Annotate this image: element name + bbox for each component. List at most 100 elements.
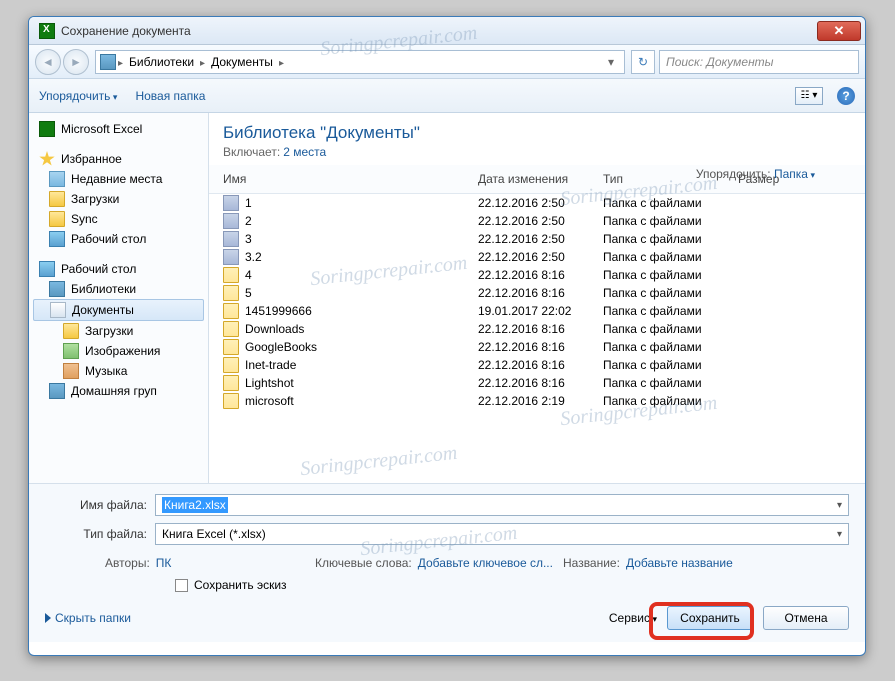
sidebar-item-downloads[interactable]: Загрузки <box>29 189 208 209</box>
sidebar-item-libraries[interactable]: Библиотеки <box>29 279 208 299</box>
folder-icon <box>223 303 239 319</box>
authors-value[interactable]: ПК <box>156 556 172 570</box>
doctitle-label: Название: <box>563 556 620 570</box>
table-row[interactable]: 3.222.12.2016 2:50Папка с файлами <box>209 248 865 266</box>
table-row[interactable]: Downloads22.12.2016 8:16Папка с файлами <box>209 320 865 338</box>
sidebar-item-downloads2[interactable]: Загрузки <box>29 321 208 341</box>
sidebar-item-app[interactable]: Microsoft Excel <box>29 119 208 139</box>
cancel-button[interactable]: Отмена <box>763 606 849 630</box>
table-row[interactable]: 145199966619.01.2017 22:02Папка с файлам… <box>209 302 865 320</box>
desktop-icon <box>39 261 55 277</box>
navbar: ◄ ► Библиотеки Документы ▾ ↻ Поиск: Доку… <box>29 45 865 79</box>
thumbnail-checkbox[interactable] <box>175 579 188 592</box>
folder-icon <box>223 195 239 211</box>
help-icon[interactable]: ? <box>837 87 855 105</box>
file-type: Папка с файлами <box>603 304 738 318</box>
col-date[interactable]: Дата изменения <box>478 169 603 189</box>
document-icon <box>50 302 66 318</box>
sort-dropdown[interactable]: Папка <box>774 167 815 181</box>
file-type: Папка с файлами <box>603 268 738 282</box>
library-icon <box>49 281 65 297</box>
view-button[interactable]: ☷ ▾ <box>795 87 823 105</box>
chevron-icon <box>277 55 286 69</box>
table-row[interactable]: 122.12.2016 2:50Папка с файлами <box>209 194 865 212</box>
triangle-icon <box>45 613 51 623</box>
sidebar-item-music[interactable]: Музыка <box>29 361 208 381</box>
table-row[interactable]: Inet-trade22.12.2016 8:16Папка с файлами <box>209 356 865 374</box>
filetype-select[interactable]: Книга Excel (*.xlsx) <box>155 523 849 545</box>
desktop-icon <box>49 231 65 247</box>
music-icon <box>63 363 79 379</box>
folder-icon <box>223 339 239 355</box>
sidebar-item-recent[interactable]: Недавние места <box>29 169 208 189</box>
forward-button[interactable]: ► <box>63 49 89 75</box>
file-date: 22.12.2016 8:16 <box>478 286 603 300</box>
sidebar-item-documents[interactable]: Документы <box>33 299 204 321</box>
table-row[interactable]: 3 22.12.2016 2:50Папка с файлами <box>209 230 865 248</box>
new-folder-button[interactable]: Новая папка <box>135 89 205 103</box>
file-date: 22.12.2016 2:50 <box>478 214 603 228</box>
folder-icon <box>223 321 239 337</box>
dropdown-icon[interactable]: ▾ <box>602 55 620 69</box>
keywords-label: Ключевые слова: <box>315 556 412 570</box>
file-name: microsoft <box>245 394 294 408</box>
file-name: 1 <box>245 196 252 210</box>
breadcrumb[interactable]: Документы <box>207 55 277 69</box>
table-row[interactable]: 422.12.2016 8:16Папка с файлами <box>209 266 865 284</box>
folder-icon <box>223 267 239 283</box>
refresh-button[interactable]: ↻ <box>631 50 655 74</box>
file-date: 22.12.2016 2:19 <box>478 394 603 408</box>
sidebar-item-desktop[interactable]: Рабочий стол <box>29 229 208 249</box>
file-type: Папка с файлами <box>603 232 738 246</box>
file-list: 122.12.2016 2:50Папка с файлами222.12.20… <box>209 194 865 483</box>
sidebar-item-homegroup[interactable]: Домашняя груп <box>29 381 208 401</box>
excel-icon <box>39 121 55 137</box>
save-button[interactable]: Сохранить <box>667 606 753 630</box>
library-icon <box>100 54 116 70</box>
chevron-icon <box>116 55 125 69</box>
sidebar-item-images[interactable]: Изображения <box>29 341 208 361</box>
file-date: 22.12.2016 2:50 <box>478 232 603 246</box>
chevron-icon <box>198 55 207 69</box>
save-dialog: Сохранение документа ✕ ◄ ► Библиотеки До… <box>28 16 866 656</box>
file-name: Downloads <box>245 322 304 336</box>
thumbnail-label: Сохранить эскиз <box>194 578 287 592</box>
file-name: 3 <box>245 232 252 246</box>
file-name: GoogleBooks <box>245 340 317 354</box>
breadcrumb[interactable]: Библиотеки <box>125 55 198 69</box>
search-input[interactable]: Поиск: Документы <box>659 50 859 74</box>
table-row[interactable]: 222.12.2016 2:50Папка с файлами <box>209 212 865 230</box>
file-type: Папка с файлами <box>603 196 738 210</box>
filename-input[interactable]: Книга2.xlsx <box>155 494 849 516</box>
folder-icon <box>63 323 79 339</box>
file-type: Папка с файлами <box>603 340 738 354</box>
doctitle-value[interactable]: Добавьте название <box>626 556 733 570</box>
table-row[interactable]: 5 22.12.2016 8:16Папка с файлами <box>209 284 865 302</box>
star-icon <box>39 151 55 167</box>
includes-link[interactable]: 2 места <box>283 145 326 159</box>
file-type: Папка с файлами <box>603 286 738 300</box>
filename-label: Имя файла: <box>45 498 155 512</box>
col-name[interactable]: Имя <box>223 169 478 189</box>
window-title: Сохранение документа <box>61 24 817 38</box>
address-bar[interactable]: Библиотеки Документы ▾ <box>95 50 625 74</box>
filetype-label: Тип файла: <box>45 527 155 541</box>
hide-folders-button[interactable]: Скрыть папки <box>45 611 131 625</box>
file-name: 3.2 <box>245 250 262 264</box>
keywords-value[interactable]: Добавьте ключевое сл... <box>418 556 553 570</box>
table-row[interactable]: GoogleBooks22.12.2016 8:16Папка с файлам… <box>209 338 865 356</box>
table-row[interactable]: Lightshot22.12.2016 8:16Папка с файлами <box>209 374 865 392</box>
sidebar-item-sync[interactable]: Sync <box>29 209 208 229</box>
back-button[interactable]: ◄ <box>35 49 61 75</box>
sidebar-item-favorites[interactable]: Избранное <box>29 149 208 169</box>
file-type: Папка с файлами <box>603 214 738 228</box>
tools-button[interactable]: Сервис <box>609 611 657 625</box>
library-title: Библиотека "Документы" <box>223 123 851 143</box>
sidebar-item-desktop2[interactable]: Рабочий стол <box>29 259 208 279</box>
organize-button[interactable]: Упорядочить <box>39 89 117 103</box>
close-button[interactable]: ✕ <box>817 21 861 41</box>
file-name: 5 <box>245 286 252 300</box>
sort-control: Упорядочить: Папка <box>696 167 815 181</box>
table-row[interactable]: microsoft22.12.2016 2:19Папка с файлами <box>209 392 865 410</box>
toolbar: Упорядочить Новая папка ☷ ▾ ? <box>29 79 865 113</box>
